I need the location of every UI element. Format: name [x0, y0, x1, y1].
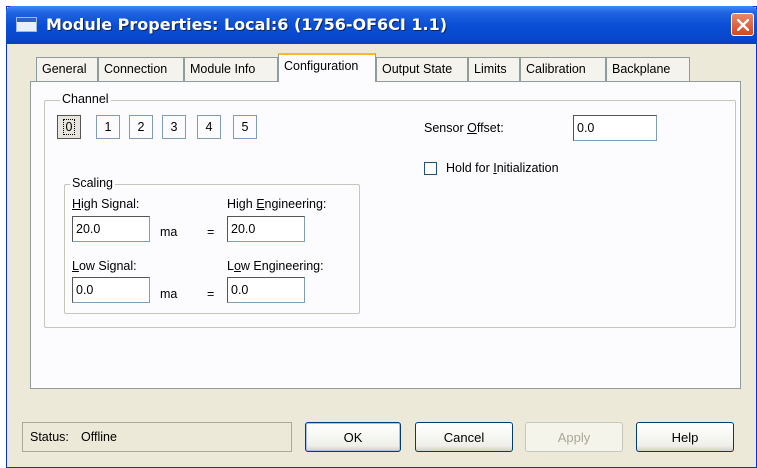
hold-for-initialization-checkbox[interactable] [424, 162, 437, 175]
tab-backplane[interactable]: Backplane [606, 57, 690, 81]
channel-button-0-label: 0 [62, 119, 76, 135]
ok-button[interactable]: OK [305, 422, 401, 452]
hold-for-initialization-label: Hold for Initialization [446, 161, 559, 175]
help-button[interactable]: Help [636, 422, 734, 452]
high-equals-sign: = [207, 225, 215, 239]
low-signal-label: Low Signal: [72, 259, 137, 273]
tab-output-state[interactable]: Output State [376, 57, 468, 81]
tab-connection[interactable]: Connection [98, 57, 184, 81]
tab-configuration[interactable]: Configuration [278, 53, 376, 82]
status-label: Status: [30, 430, 69, 444]
high-engineering-label: High Engineering: [227, 197, 327, 211]
tab-calibration[interactable]: Calibration [520, 57, 606, 81]
status-value: Offline [81, 430, 117, 444]
low-engineering-label: Low Engineering: [227, 259, 324, 273]
high-signal-unit: ma [160, 225, 178, 239]
low-signal-unit: ma [160, 287, 178, 301]
high-engineering-input[interactable] [227, 216, 305, 242]
tab-limits[interactable]: Limits [468, 57, 520, 81]
channel-button-3[interactable]: 3 [162, 115, 186, 139]
window-title: Module Properties: Local:6 (1756-OF6CI 1… [46, 15, 448, 34]
apply-button[interactable]: Apply [525, 422, 623, 452]
low-equals-sign: = [207, 287, 215, 301]
high-signal-input[interactable] [72, 216, 150, 242]
close-icon [737, 19, 749, 31]
tab-general[interactable]: General [36, 57, 98, 81]
low-engineering-input[interactable] [227, 277, 305, 303]
tab-module-info[interactable]: Module Info [184, 57, 278, 81]
cancel-button[interactable]: Cancel [415, 422, 513, 452]
channel-button-5[interactable]: 5 [233, 115, 257, 139]
channel-group-label: Channel [60, 92, 111, 106]
channel-button-1[interactable]: 1 [96, 115, 120, 139]
high-signal-label: High Signal: [72, 197, 140, 211]
scaling-group-label: Scaling [70, 176, 115, 190]
low-signal-input[interactable] [72, 277, 150, 303]
sensor-offset-label: Sensor Offset: [424, 121, 504, 135]
title-bar[interactable]: Module Properties: Local:6 (1756-OF6CI 1… [6, 6, 757, 44]
close-button[interactable] [731, 13, 754, 36]
sensor-offset-input[interactable] [573, 115, 657, 141]
window-app-icon [16, 17, 37, 32]
channel-button-4[interactable]: 4 [197, 115, 221, 139]
channel-button-2[interactable]: 2 [129, 115, 153, 139]
channel-button-0[interactable]: 0 [57, 115, 81, 139]
